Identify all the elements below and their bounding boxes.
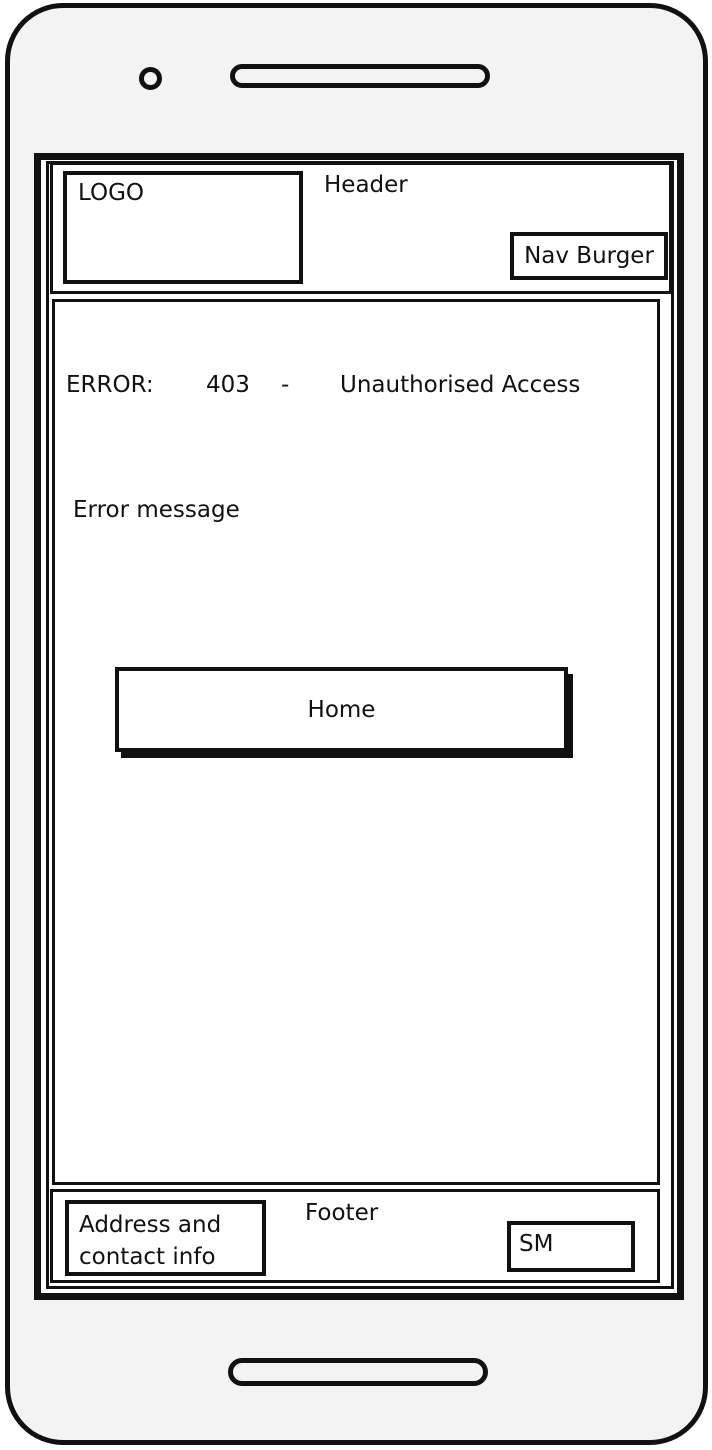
error-title: Unauthorised Access bbox=[340, 372, 581, 398]
error-code: 403 bbox=[206, 372, 250, 398]
home-button[interactable]: Home bbox=[115, 667, 568, 752]
address-line-2: contact info bbox=[79, 1244, 216, 1270]
nav-burger-button[interactable]: Nav Burger bbox=[510, 232, 668, 280]
error-separator: - bbox=[281, 372, 290, 398]
social-media-label: SM bbox=[519, 1231, 554, 1257]
address-line-1: Address and bbox=[79, 1212, 222, 1238]
camera-icon bbox=[139, 67, 162, 90]
speaker-icon bbox=[230, 64, 490, 88]
header-label: Header bbox=[324, 172, 408, 198]
address-contact-info: Address and contact info bbox=[79, 1209, 259, 1273]
footer-label: Footer bbox=[305, 1200, 379, 1226]
logo-label: LOGO bbox=[78, 180, 145, 206]
phone-home-key bbox=[228, 1358, 488, 1386]
error-label: ERROR: bbox=[66, 372, 154, 398]
error-message: Error message bbox=[73, 497, 240, 523]
